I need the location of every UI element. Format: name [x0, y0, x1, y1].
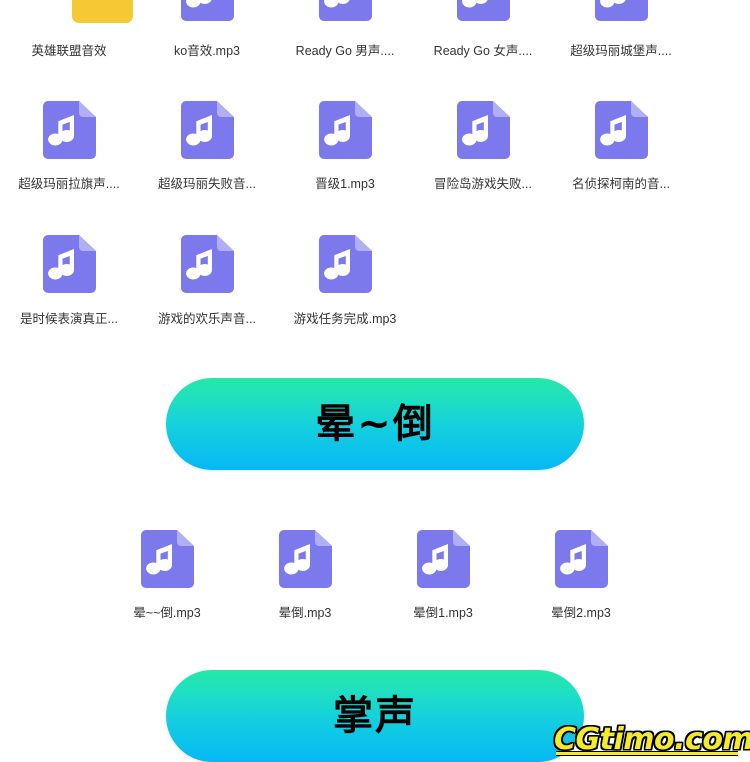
- banner-title: 掌声: [333, 693, 417, 739]
- file-label: 名侦探柯南的音...: [572, 177, 670, 191]
- music-file-icon[interactable]: [140, 530, 194, 588]
- file-grid-row-2-icons: [0, 101, 750, 159]
- file-label: 超级玛丽城堡声....: [570, 44, 672, 58]
- file-item[interactable]: [138, 0, 276, 21]
- file-item-label-cell[interactable]: 晕~~倒.mp3: [98, 605, 236, 621]
- file-item[interactable]: [552, 101, 690, 159]
- file-grid-row-3-labels: 是时候表演真正... 游戏的欢乐声音... 游戏任务完成.mp3: [0, 311, 750, 327]
- file-grid-row-4-labels: 晕~~倒.mp3 晕倒.mp3 晕倒1.mp3 晕倒2.mp3: [98, 605, 658, 621]
- file-item-label-cell[interactable]: 游戏任务完成.mp3: [276, 311, 414, 327]
- music-file-icon[interactable]: [594, 101, 648, 159]
- file-grid-row-3-icons: [0, 235, 750, 293]
- music-file-icon[interactable]: [278, 530, 332, 588]
- music-file-icon[interactable]: [318, 0, 372, 21]
- file-item[interactable]: [138, 101, 276, 159]
- file-label: 晕~~倒.mp3: [133, 606, 201, 620]
- file-item[interactable]: [0, 101, 138, 159]
- music-file-icon[interactable]: [42, 101, 96, 159]
- file-item-label-cell[interactable]: 游戏的欢乐声音...: [138, 311, 276, 327]
- music-file-icon[interactable]: [416, 530, 470, 588]
- music-file-icon[interactable]: [180, 235, 234, 293]
- file-grid-row-1-icons: [0, 0, 750, 21]
- site-watermark-underline: [556, 752, 738, 755]
- file-item-label-cell[interactable]: Ready Go 女声....: [414, 43, 552, 59]
- file-label: 超级玛丽失败音...: [158, 177, 256, 191]
- file-item[interactable]: [552, 0, 690, 21]
- file-item-label-cell[interactable]: 晕倒.mp3: [236, 605, 374, 621]
- music-file-icon[interactable]: [318, 235, 372, 293]
- file-label: 晕倒1.mp3: [413, 606, 473, 620]
- file-label: 游戏的欢乐声音...: [158, 312, 256, 326]
- file-item-label-cell[interactable]: 超级玛丽拉旗声....: [0, 176, 138, 192]
- music-file-icon[interactable]: [318, 101, 372, 159]
- file-item-label-cell[interactable]: 冒险岛游戏失败...: [414, 176, 552, 192]
- file-label: 英雄联盟音效: [31, 44, 107, 58]
- file-item[interactable]: [0, 235, 138, 293]
- file-item-label-cell[interactable]: Ready Go 男声....: [276, 43, 414, 59]
- file-item[interactable]: [98, 530, 236, 588]
- section-banner-zhangsheng[interactable]: 掌声: [166, 670, 584, 762]
- file-item-label-cell[interactable]: 超级玛丽失败音...: [138, 176, 276, 192]
- file-grid-row-4-icons: [98, 530, 658, 588]
- file-item-label-cell[interactable]: 是时候表演真正...: [0, 311, 138, 327]
- file-label: 晕倒2.mp3: [551, 606, 611, 620]
- file-item-label-cell[interactable]: 晋级1.mp3: [276, 176, 414, 192]
- file-item[interactable]: [512, 530, 650, 588]
- music-file-icon[interactable]: [456, 101, 510, 159]
- file-label: 冒险岛游戏失败...: [434, 177, 532, 191]
- file-item[interactable]: [414, 0, 552, 21]
- file-label: Ready Go 女声....: [433, 44, 533, 58]
- file-item[interactable]: [236, 530, 374, 588]
- file-item-label-cell[interactable]: ko音效.mp3: [138, 43, 276, 59]
- music-file-icon[interactable]: [594, 0, 648, 21]
- file-item-label-cell[interactable]: 晕倒2.mp3: [512, 605, 650, 621]
- file-label: Ready Go 男声....: [295, 44, 395, 58]
- file-label: 晕倒.mp3: [278, 606, 332, 620]
- file-grid-row-2-labels: 超级玛丽拉旗声.... 超级玛丽失败音... 晋级1.mp3 冒险岛游戏失败..…: [0, 176, 750, 192]
- file-item-label-cell[interactable]: 英雄联盟音效: [0, 43, 138, 59]
- music-file-icon[interactable]: [456, 0, 510, 21]
- file-item[interactable]: [276, 0, 414, 21]
- file-item-label-cell[interactable]: 超级玛丽城堡声....: [552, 43, 690, 59]
- file-label: 是时候表演真正...: [20, 312, 118, 326]
- banner-title: 晕~倒: [315, 401, 435, 447]
- file-item[interactable]: [414, 101, 552, 159]
- music-file-icon[interactable]: [180, 101, 234, 159]
- music-file-icon[interactable]: [42, 235, 96, 293]
- file-item-label-cell[interactable]: 名侦探柯南的音...: [552, 176, 690, 192]
- file-item[interactable]: [276, 235, 414, 293]
- music-file-icon[interactable]: [180, 0, 234, 21]
- file-label: 游戏任务完成.mp3: [293, 312, 397, 326]
- music-file-icon[interactable]: [554, 530, 608, 588]
- file-item[interactable]: [276, 101, 414, 159]
- section-banner-yundao[interactable]: 晕~倒: [166, 378, 584, 470]
- file-label: 超级玛丽拉旗声....: [18, 177, 120, 191]
- file-grid-row-1-labels: 英雄联盟音效 ko音效.mp3 Ready Go 男声.... Ready Go…: [0, 43, 750, 59]
- file-item[interactable]: [374, 530, 512, 588]
- file-item[interactable]: [138, 235, 276, 293]
- file-item-label-cell[interactable]: 晕倒1.mp3: [374, 605, 512, 621]
- file-label: ko音效.mp3: [174, 44, 240, 58]
- file-label: 晋级1.mp3: [315, 177, 375, 191]
